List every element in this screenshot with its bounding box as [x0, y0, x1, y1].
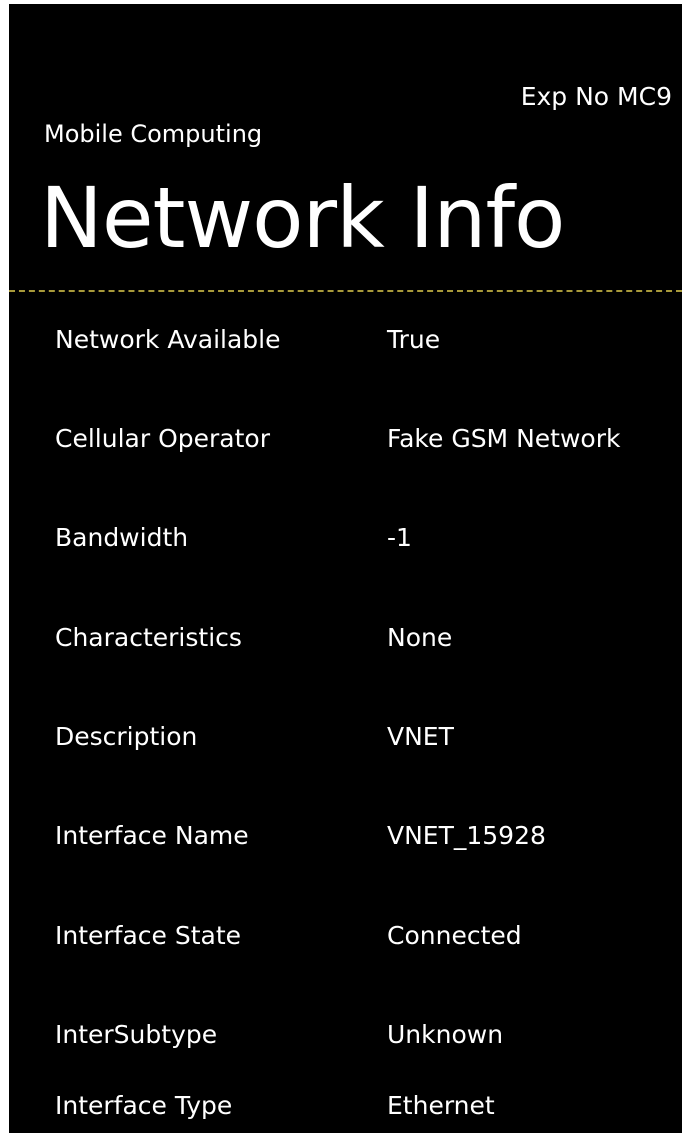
info-label: Interface Name [55, 821, 249, 850]
info-label: Cellular Operator [55, 424, 270, 453]
info-value: VNET_15928 [387, 821, 546, 850]
page-title: Network Info [40, 169, 565, 267]
info-row-characteristics: Characteristics None [9, 618, 682, 658]
info-value: None [387, 623, 453, 652]
experiment-number: Exp No MC9 [520, 82, 672, 111]
info-row-interface-type: Interface Type Ethernet [9, 1086, 682, 1126]
info-value: VNET [387, 722, 454, 751]
app-screen: Exp No MC9 Mobile Computing Network Info… [9, 4, 682, 1133]
info-row-interface-state: Interface State Connected [9, 916, 682, 956]
info-label: Interface Type [55, 1091, 233, 1120]
info-row-interface-name: Interface Name VNET_15928 [9, 816, 682, 856]
info-row-bandwidth: Bandwidth -1 [9, 518, 682, 558]
info-value: Ethernet [387, 1091, 495, 1120]
info-label: Description [55, 722, 198, 751]
info-value: Fake GSM Network [387, 424, 621, 453]
info-row-description: Description VNET [9, 717, 682, 757]
header-divider [9, 290, 682, 292]
info-value: Connected [387, 921, 522, 950]
app-title: Mobile Computing [44, 120, 263, 148]
info-value: True [387, 325, 441, 354]
info-label: Bandwidth [55, 523, 189, 552]
info-value: -1 [387, 523, 412, 552]
info-row-intersubtype: InterSubtype Unknown [9, 1015, 682, 1055]
info-label: Interface State [55, 921, 242, 950]
info-label: Network Available [55, 325, 281, 354]
info-row-cellular-operator: Cellular Operator Fake GSM Network [9, 419, 682, 459]
info-row-network-available: Network Available True [9, 320, 682, 360]
info-value: Unknown [387, 1020, 504, 1049]
info-label: Characteristics [55, 623, 242, 652]
info-label: InterSubtype [55, 1020, 218, 1049]
